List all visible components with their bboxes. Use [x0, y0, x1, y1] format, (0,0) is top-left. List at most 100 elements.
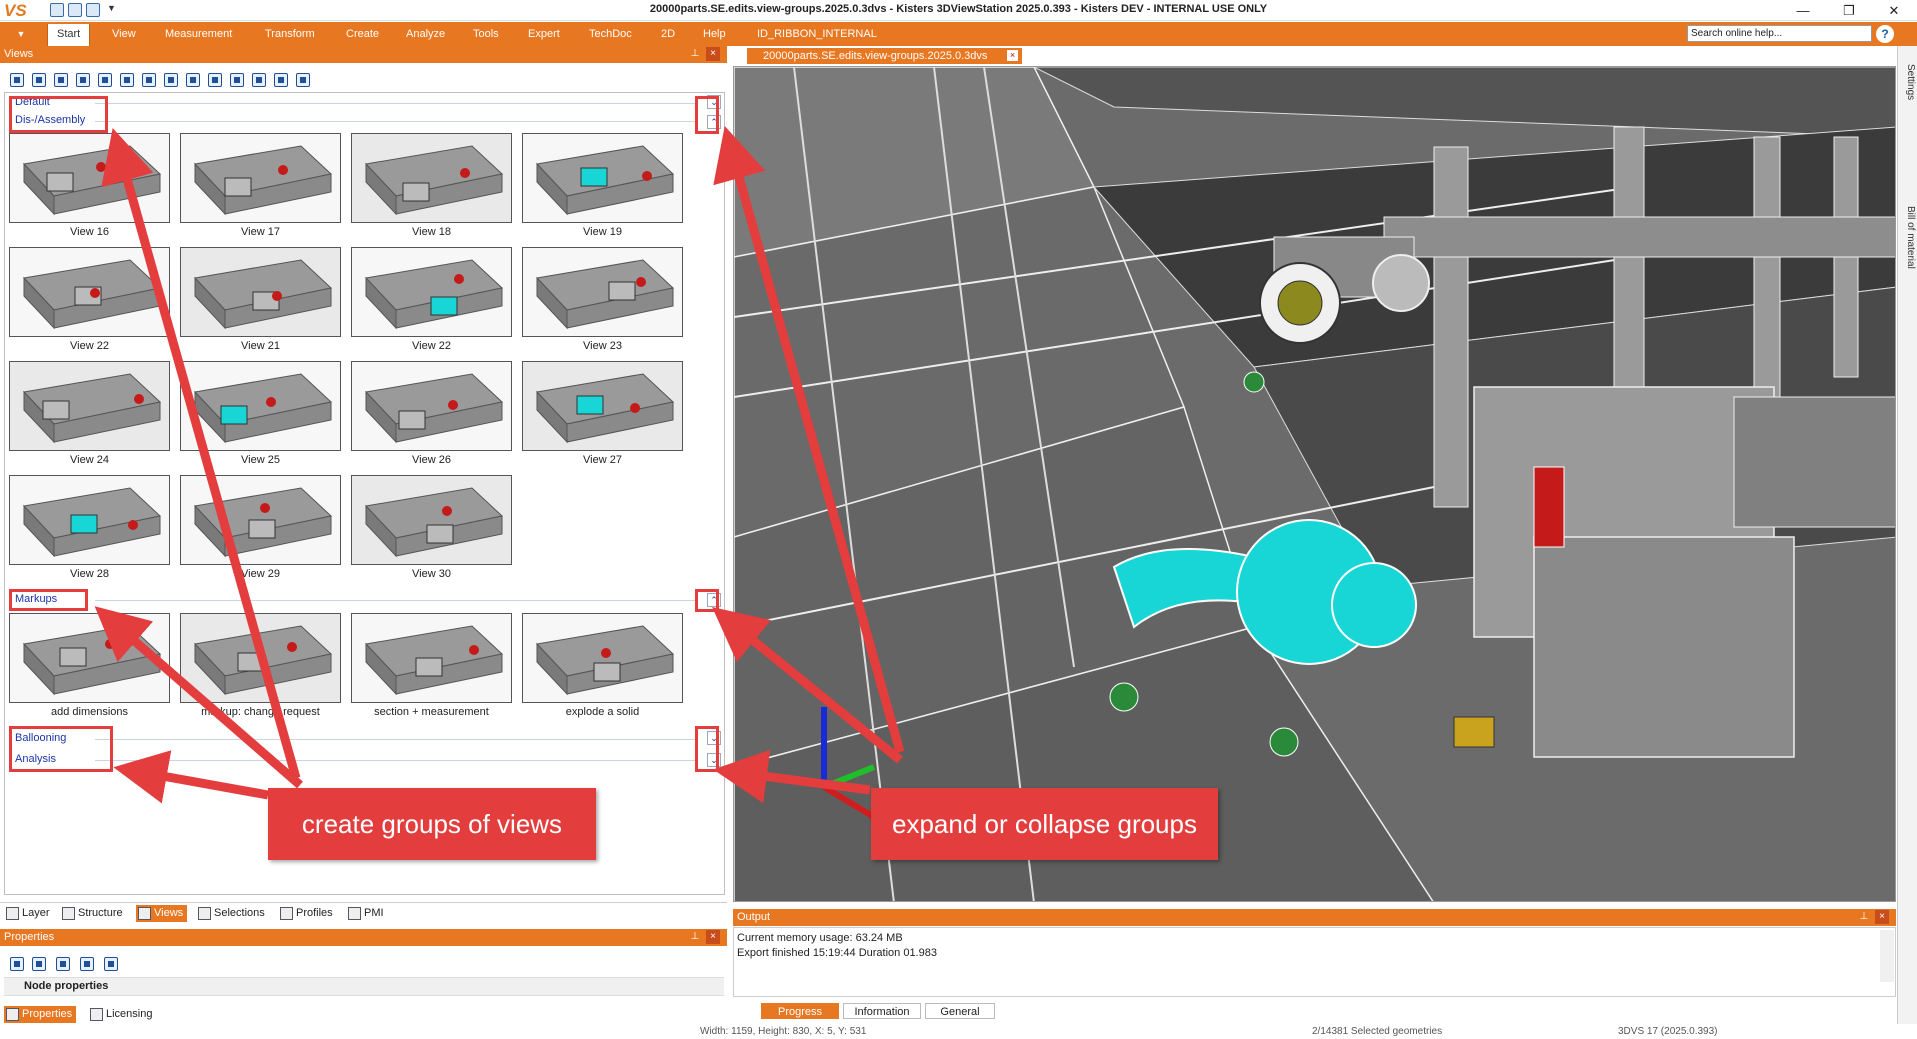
tab-tools[interactable]: Tools [473, 27, 499, 41]
view-grid-icon[interactable] [252, 73, 266, 87]
selections-icon [198, 907, 211, 920]
view-thumbnail-label: View 18 [412, 226, 451, 238]
pin-icon[interactable]: ⊥ [688, 47, 702, 61]
markup-view-thumbnail[interactable] [180, 613, 341, 703]
minimize-button[interactable]: — [1780, 0, 1826, 21]
tab-general[interactable]: General [925, 1003, 995, 1019]
previous-view-icon[interactable] [98, 73, 112, 87]
view-thumbnail[interactable] [351, 475, 512, 565]
document-tab-label: 20000parts.SE.edits.view-groups.2025.0.3… [763, 50, 988, 62]
node-properties-section[interactable]: Node properties [4, 977, 724, 996]
annotation-callout-right: expand or collapse groups [871, 788, 1218, 860]
tab-transform[interactable]: Transform [265, 27, 315, 41]
restore-button[interactable]: ❐ [1826, 0, 1872, 21]
close-pane-icon[interactable]: × [1875, 910, 1889, 924]
output-scrollbar[interactable] [1880, 930, 1894, 982]
output-line: Current memory usage: 63.24 MB [737, 932, 903, 944]
settings-side-tab[interactable]: Settings [1900, 64, 1916, 134]
view-thumbnail[interactable] [351, 247, 512, 337]
app-menu-button[interactable]: ▼ [6, 25, 36, 43]
markup-view-label: section + measurement [374, 706, 489, 718]
tab-analyze[interactable]: Analyze [406, 27, 445, 41]
close-document-icon[interactable]: × [1007, 50, 1018, 61]
home-view-icon[interactable] [10, 73, 24, 87]
next-view-icon[interactable] [142, 73, 156, 87]
status-dimensions: Width: 1159, Height: 830, X: 5, Y: 531 [700, 1026, 867, 1037]
update-view-icon[interactable] [54, 73, 68, 87]
tab-selections[interactable]: Selections [196, 905, 265, 922]
view-thumbnail[interactable] [522, 133, 683, 223]
view-thumbnail[interactable] [9, 247, 170, 337]
tab-layer[interactable]: Layer [4, 905, 50, 922]
view-thumbnail[interactable] [351, 133, 512, 223]
tab-expert[interactable]: Expert [528, 27, 560, 41]
views-list: Default ⌄ Dis-/Assembly ⌃ View 16 View 17… [4, 92, 725, 895]
check-view-icon[interactable] [164, 73, 178, 87]
tab-views[interactable]: Views [136, 905, 188, 922]
tab-techdoc[interactable]: TechDoc [589, 27, 632, 41]
view-thumbnail-label: View 22 [70, 340, 109, 352]
copy-properties-icon[interactable] [56, 957, 70, 971]
status-version: 3DVS 17 (2025.0.393) [1618, 1026, 1718, 1037]
filter-icon[interactable] [104, 957, 118, 971]
tab-properties[interactable]: Properties [4, 1006, 77, 1023]
close-pane-icon[interactable]: × [706, 47, 720, 61]
close-pane-icon[interactable]: × [706, 930, 720, 944]
view-settings-icon[interactable] [296, 73, 310, 87]
import-view-icon[interactable] [230, 73, 244, 87]
view-group-icon[interactable] [274, 73, 288, 87]
stop-icon[interactable] [120, 73, 134, 87]
view-thumbnail[interactable] [9, 475, 170, 565]
output-line: Export finished 15:19:44 Duration 01.983 [737, 947, 937, 959]
tab-2d[interactable]: 2D [661, 27, 675, 41]
tab-progress[interactable]: Progress [761, 1003, 839, 1019]
view-thumbnail-label: View 17 [241, 226, 280, 238]
markup-view-thumbnail[interactable] [522, 613, 683, 703]
refresh-view-icon[interactable] [186, 73, 200, 87]
tab-create[interactable]: Create [346, 27, 379, 41]
properties-pane-title: Properties [4, 931, 55, 943]
pin-icon[interactable]: ⊥ [1857, 910, 1871, 924]
tab-licensing[interactable]: Licensing [88, 1006, 152, 1023]
annotation-callout-left: create groups of views [268, 788, 596, 860]
tab-measurement[interactable]: Measurement [165, 27, 232, 41]
tab-view[interactable]: View [112, 27, 136, 41]
group-divider [95, 103, 695, 104]
markup-view-thumbnail[interactable] [9, 613, 170, 703]
tab-start[interactable]: Start [47, 24, 91, 46]
pin-icon[interactable]: ⊥ [688, 930, 702, 944]
view-thumbnail[interactable] [351, 361, 512, 451]
document-tab[interactable]: 20000parts.SE.edits.view-groups.2025.0.3… [747, 48, 1022, 64]
view-thumbnail[interactable] [9, 133, 170, 223]
tab-structure[interactable]: Structure [60, 905, 123, 922]
search-online-help-input[interactable]: Search online help... [1687, 25, 1872, 42]
close-button[interactable]: ✕ [1871, 0, 1917, 21]
view-thumbnail[interactable] [180, 475, 341, 565]
collapse-all-icon[interactable] [32, 957, 46, 971]
delete-view-icon[interactable] [76, 73, 90, 87]
tab-information[interactable]: Information [843, 1003, 921, 1019]
3d-viewport[interactable] [733, 66, 1896, 902]
view-thumbnail[interactable] [9, 361, 170, 451]
tab-profiles[interactable]: Profiles [278, 905, 333, 922]
help-icon[interactable]: ? [1876, 25, 1894, 43]
output-pane-title: Output [737, 911, 771, 923]
markup-view-label: explode a solid [565, 706, 640, 718]
view-thumbnail[interactable] [522, 361, 683, 451]
tab-pmi[interactable]: PMI [346, 905, 384, 922]
markup-view-thumbnail[interactable] [351, 613, 512, 703]
output-pane-header: Output ⊥ × [733, 909, 1896, 926]
views-pane-title: Views [4, 48, 34, 60]
view-thumbnail[interactable] [522, 247, 683, 337]
edit-properties-icon[interactable] [80, 957, 94, 971]
export-view-icon[interactable] [208, 73, 222, 87]
tab-help[interactable]: Help [703, 27, 726, 41]
view-thumbnail[interactable] [180, 133, 341, 223]
add-view-icon[interactable] [32, 73, 46, 87]
expand-all-icon[interactable] [10, 957, 24, 971]
view-thumbnail[interactable] [180, 247, 341, 337]
view-thumbnail[interactable] [180, 361, 341, 451]
structure-icon [62, 907, 75, 920]
tab-id-ribbon-internal[interactable]: ID_RIBBON_INTERNAL [757, 27, 877, 41]
bill-of-material-side-tab[interactable]: Bill of material [1900, 206, 1916, 326]
